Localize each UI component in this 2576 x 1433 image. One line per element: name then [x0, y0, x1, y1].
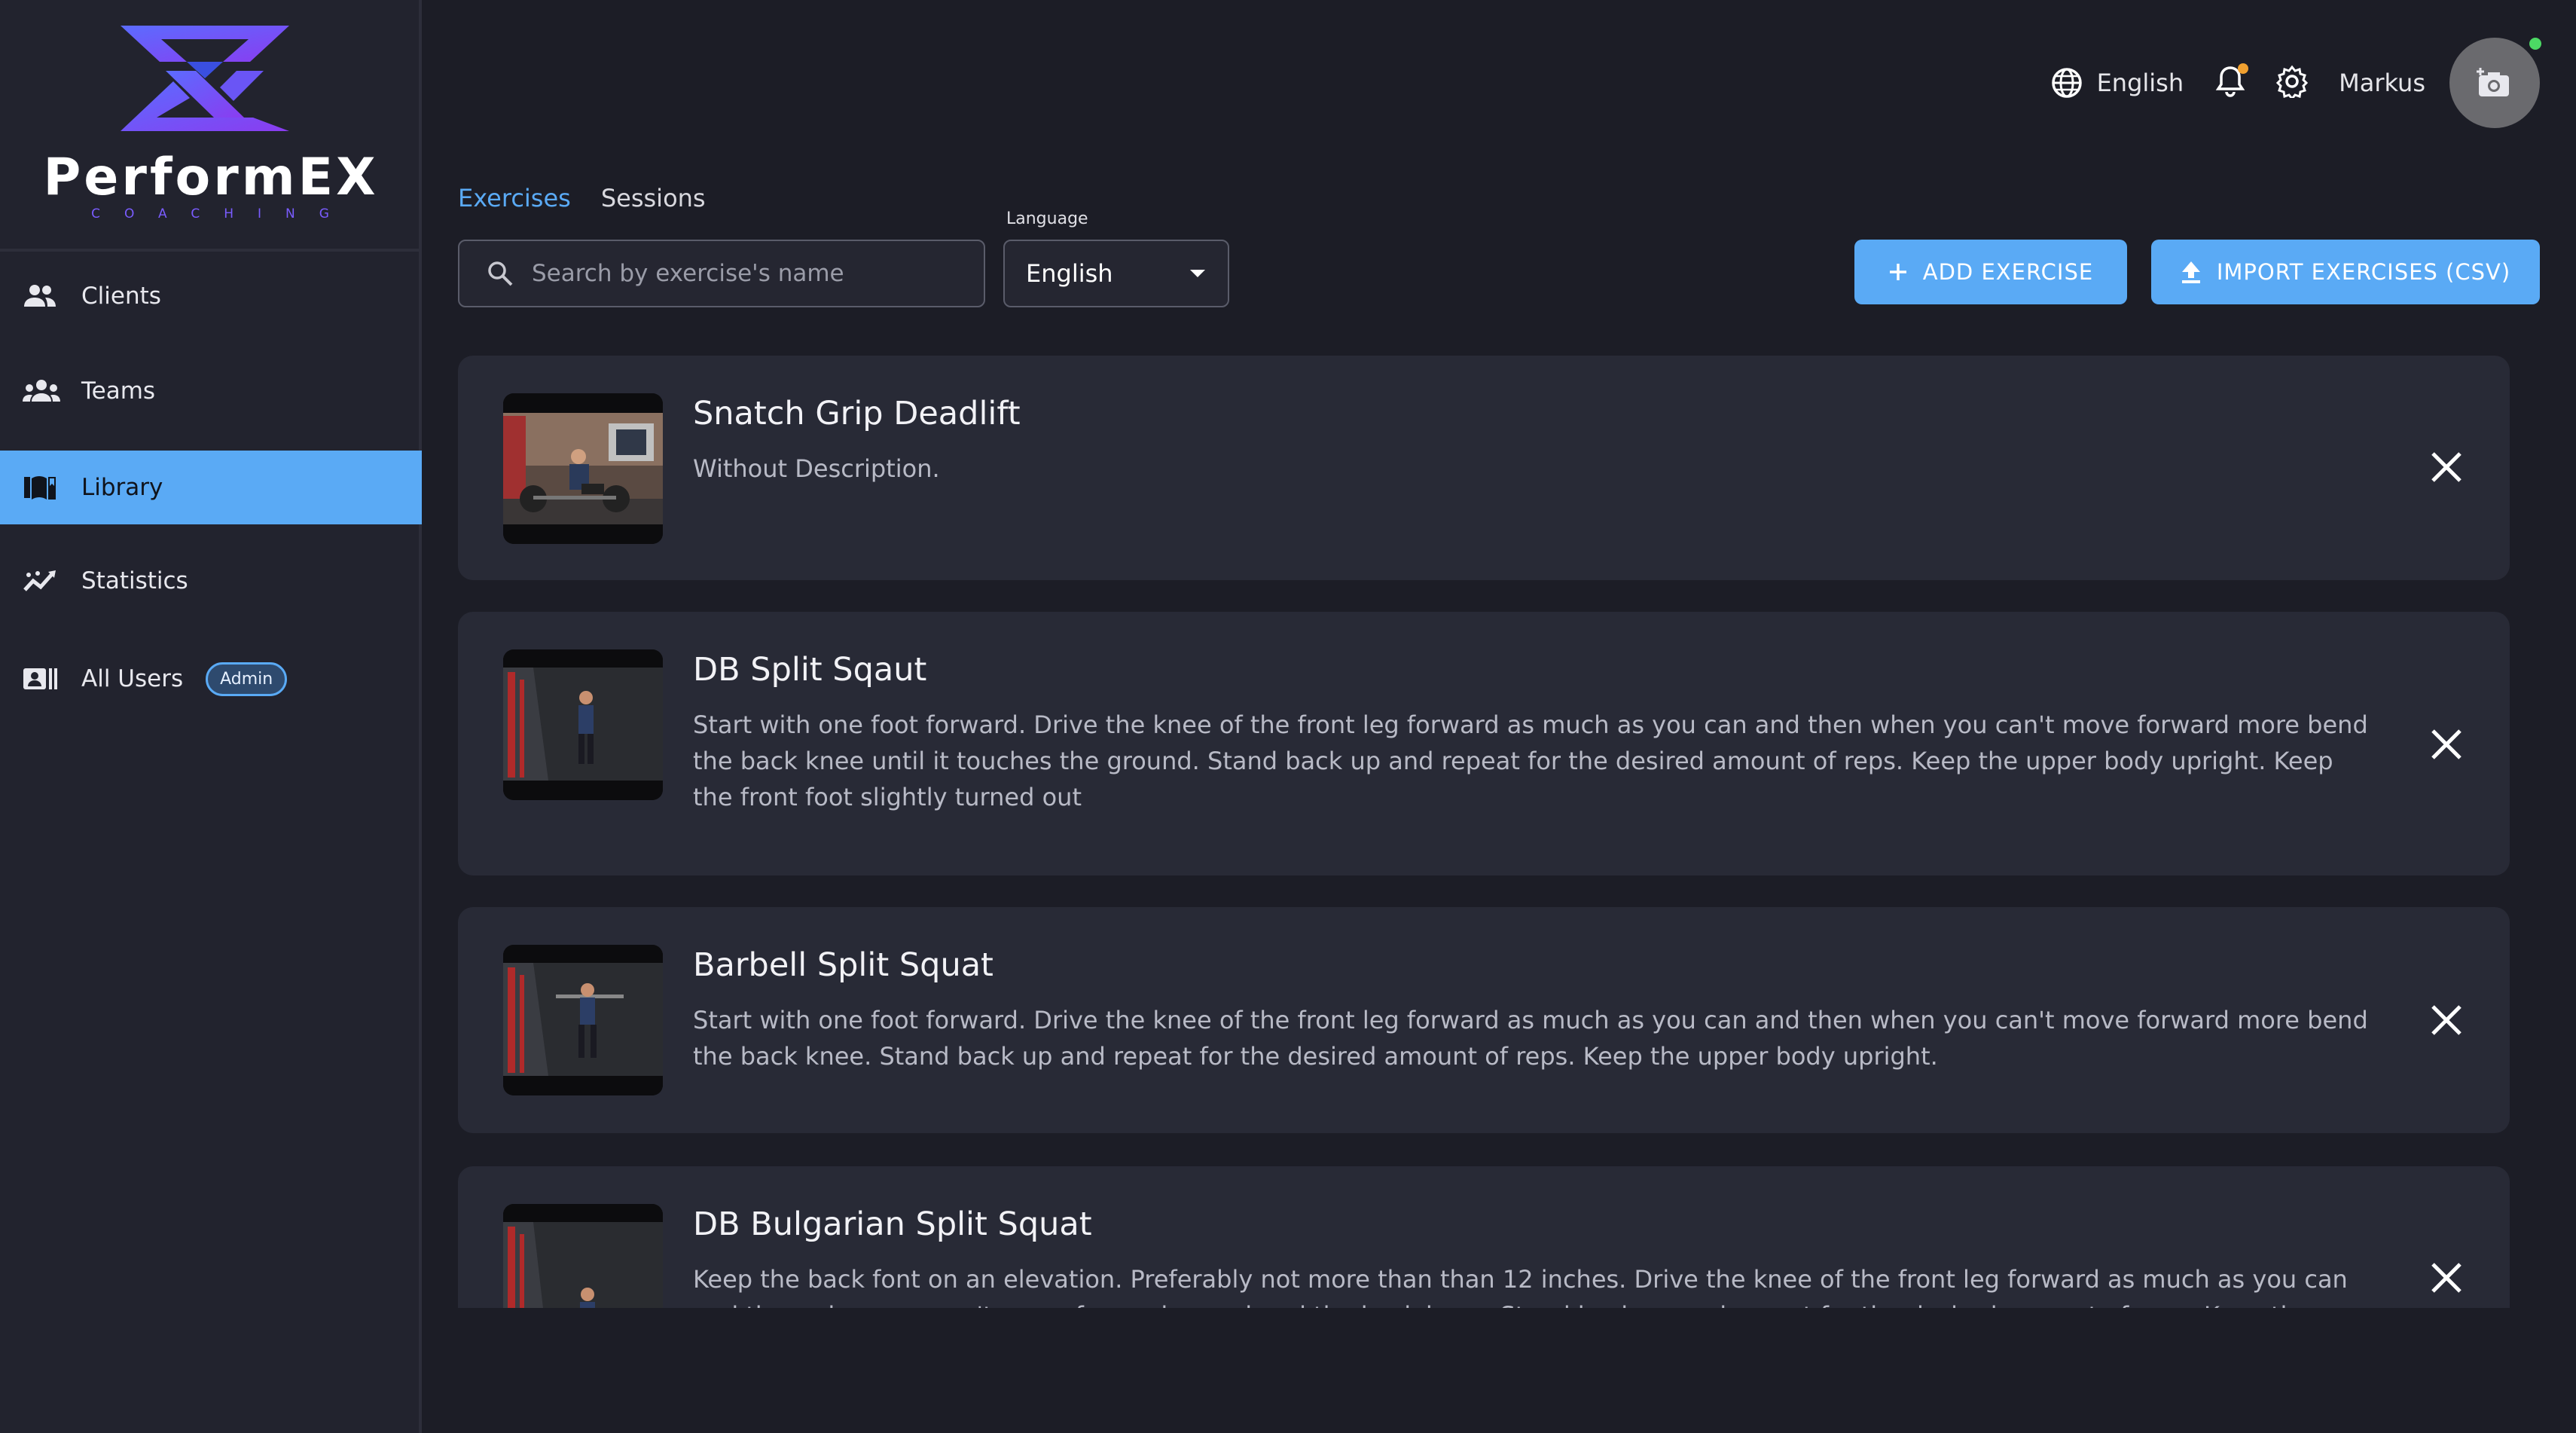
- sidebar-item-library[interactable]: Library: [0, 451, 422, 524]
- import-exercises-label: IMPORT EXERCISES (CSV): [2216, 259, 2511, 285]
- notifications-button[interactable]: [2215, 63, 2249, 101]
- language-label: English: [2096, 69, 2184, 97]
- globe-icon: [2051, 68, 2082, 98]
- exercise-video-image: [503, 945, 663, 1095]
- language-field-label: Language: [1006, 209, 1088, 228]
- exercise-card[interactable]: Snatch Grip Deadlift Without Description…: [458, 356, 2510, 580]
- admin-badge: Admin: [206, 662, 288, 696]
- exercise-description: Without Description.: [693, 454, 940, 483]
- sidebar-item-label: Library: [81, 474, 163, 501]
- exercise-title: DB Split Sqaut: [693, 651, 927, 689]
- brand-logo[interactable]: PerformEX COACHING: [0, 0, 422, 252]
- people-icon: [23, 281, 60, 311]
- settings-button[interactable]: [2275, 65, 2309, 101]
- sidebar-item-statistics[interactable]: Statistics: [0, 544, 422, 618]
- language-select[interactable]: English: [1003, 240, 1229, 307]
- exercise-card[interactable]: DB Split Sqaut Start with one foot forwa…: [458, 612, 2510, 875]
- exercise-thumbnail[interactable]: [503, 649, 663, 800]
- close-icon[interactable]: [2428, 726, 2465, 762]
- import-exercises-button[interactable]: IMPORT EXERCISES (CSV): [2151, 240, 2540, 304]
- exercise-video-image: [503, 1204, 663, 1308]
- exercise-description: Keep the back font on an elevation. Pref…: [693, 1265, 2348, 1308]
- exercise-video-image: [503, 393, 663, 544]
- sidebar: PerformEX COACHING Clients Teams Library…: [0, 0, 422, 1433]
- close-icon[interactable]: [2428, 449, 2465, 485]
- sidebar-item-label: Statistics: [81, 567, 188, 594]
- contacts-icon: [23, 664, 60, 694]
- exercise-video-image: [503, 649, 663, 800]
- search-input[interactable]: [532, 260, 969, 287]
- search-icon: [488, 261, 513, 286]
- groups-icon: [23, 376, 60, 406]
- language-select-value: English: [1026, 259, 1113, 288]
- user-name[interactable]: Markus: [2339, 69, 2425, 97]
- exercise-title: Barbell Split Squat: [693, 946, 993, 984]
- performex-logo-icon: [121, 26, 289, 131]
- close-icon[interactable]: [2428, 1002, 2465, 1038]
- library-tabs: Exercises Sessions: [458, 184, 736, 212]
- sidebar-item-label: Clients: [81, 283, 161, 310]
- online-status-dot: [2529, 38, 2541, 50]
- brand-name: PerformEX: [43, 148, 379, 207]
- add-photo-icon: [2477, 68, 2509, 96]
- dropdown-arrow-icon: [1190, 270, 1205, 277]
- search-box: [458, 240, 985, 307]
- sidebar-item-all-users[interactable]: All Users Admin: [0, 642, 422, 716]
- add-exercise-label: ADD EXERCISE: [1922, 259, 2094, 285]
- tab-exercises[interactable]: Exercises: [458, 184, 571, 212]
- gear-icon: [2276, 65, 2309, 101]
- avatar[interactable]: [2449, 38, 2541, 128]
- sidebar-item-label: Teams: [81, 377, 156, 405]
- notification-dot: [2238, 63, 2249, 74]
- exercise-list: Snatch Grip Deadlift Without Description…: [458, 356, 2510, 1308]
- add-exercise-button[interactable]: ADD EXERCISE: [1854, 240, 2127, 304]
- header-actions: English Markus: [2050, 38, 2541, 128]
- exercise-card[interactable]: DB Bulgarian Split Squat Keep the back f…: [458, 1166, 2510, 1308]
- plus-icon: [1889, 264, 1906, 280]
- sidebar-item-clients[interactable]: Clients: [0, 259, 422, 333]
- exercise-description: Start with one foot forward. Drive the k…: [693, 710, 2368, 811]
- sidebar-item-teams[interactable]: Teams: [0, 354, 422, 428]
- exercise-description: Start with one foot forward. Drive the k…: [693, 1006, 2368, 1071]
- exercise-title: DB Bulgarian Split Squat: [693, 1205, 1092, 1243]
- tab-sessions[interactable]: Sessions: [601, 184, 706, 212]
- brand-tagline: COACHING: [91, 206, 353, 222]
- exercise-thumbnail[interactable]: [503, 945, 663, 1095]
- exercise-title: Snatch Grip Deadlift: [693, 395, 1021, 432]
- language-switcher[interactable]: English: [2050, 66, 2184, 99]
- exercise-thumbnail[interactable]: [503, 393, 663, 544]
- book-icon: [23, 472, 60, 503]
- exercise-card[interactable]: Barbell Split Squat Start with one foot …: [458, 907, 2510, 1133]
- upload-icon: [2181, 261, 2200, 283]
- trending-icon: [23, 566, 60, 596]
- sidebar-item-label: All Users: [81, 665, 184, 692]
- exercise-thumbnail[interactable]: [503, 1204, 663, 1308]
- close-icon[interactable]: [2428, 1260, 2465, 1296]
